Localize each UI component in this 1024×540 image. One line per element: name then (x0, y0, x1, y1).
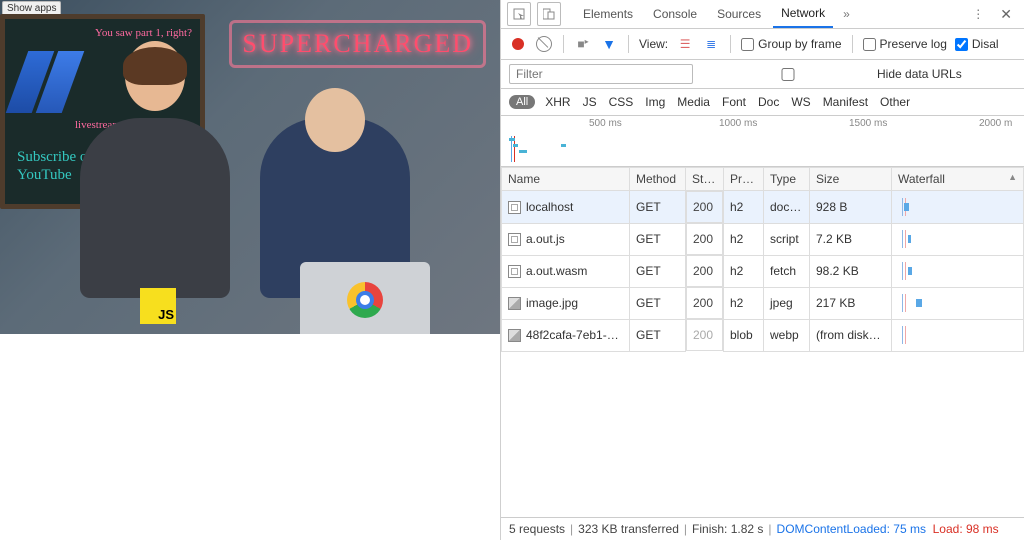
inspect-icon[interactable] (507, 2, 531, 26)
clear-icon[interactable] (535, 36, 553, 52)
document-icon (508, 233, 521, 246)
network-toolbar: ■▸ ▼ View: ☰ ≣ Group by frame Preserve l… (501, 29, 1024, 60)
logo-icon (13, 51, 75, 113)
type-all[interactable]: All (509, 95, 535, 109)
status-domcontentloaded: DOMContentLoaded: 75 ms (777, 522, 926, 536)
tab-network[interactable]: Network (773, 0, 833, 28)
devtools-tabbar: Elements Console Sources Network » ⋮ ✕ (501, 0, 1024, 29)
chrome-icon (347, 282, 383, 318)
laptop (300, 262, 430, 334)
tabs-overflow-icon[interactable]: » (837, 7, 856, 21)
hide-data-urls-checkbox[interactable]: Hide data URLs (703, 67, 962, 81)
view-label: View: (639, 37, 668, 51)
camera-icon[interactable]: ■▸ (574, 37, 592, 51)
type-filter-bar: All XHR JS CSS Img Media Font Doc WS Manifest Oth… (501, 89, 1024, 116)
document-icon (508, 201, 521, 214)
col-method: Method (630, 168, 686, 191)
col-protocol: Pro… (724, 168, 764, 191)
js-sticker: JS (140, 288, 176, 324)
filter-bar: Hide data URLs (501, 60, 1024, 89)
devtools-panel: Elements Console Sources Network » ⋮ ✕ ■… (500, 0, 1024, 540)
col-type: Type (764, 168, 810, 191)
group-by-frame-checkbox[interactable]: Group by frame (741, 37, 841, 51)
timeline-tick: 500 ms (589, 118, 622, 129)
status-transferred: 323 KB transferred (578, 522, 679, 536)
col-status: Sta… (686, 168, 724, 191)
table-row[interactable]: a.out.wasmGET200h2fetch98.2 KB (502, 255, 1024, 287)
type-js[interactable]: JS (583, 95, 597, 109)
type-media[interactable]: Media (677, 95, 710, 109)
disable-cache-checkbox[interactable]: Disal (955, 37, 999, 51)
record-icon[interactable] (509, 38, 527, 50)
image-icon (508, 297, 521, 310)
image-icon (508, 329, 521, 342)
table-row[interactable]: image.jpgGET200h2jpeg217 KB (502, 287, 1024, 319)
type-img[interactable]: Img (645, 95, 665, 109)
type-css[interactable]: CSS (609, 95, 634, 109)
status-finish: Finish: 1.82 s (692, 522, 763, 536)
timeline-overview[interactable]: 500 ms 1000 ms 1500 ms 2000 m (501, 116, 1024, 167)
network-table: Name Method Sta… Pro… Type Size Waterfal… (501, 167, 1024, 352)
tab-sources[interactable]: Sources (709, 1, 769, 27)
type-manifest[interactable]: Manifest (823, 95, 868, 109)
menu-icon[interactable]: ⋮ (966, 7, 990, 21)
filter-input[interactable] (509, 64, 693, 84)
content-screenshot: Show apps SUPERCHARGED You saw part 1, r… (0, 0, 500, 334)
type-xhr[interactable]: XHR (545, 95, 570, 109)
table-row[interactable]: localhostGET200h2doc…928 B (502, 191, 1024, 224)
preserve-log-checkbox[interactable]: Preserve log (863, 37, 947, 51)
col-size: Size (810, 168, 892, 191)
table-header[interactable]: Name Method Sta… Pro… Type Size Waterfal… (502, 168, 1024, 191)
device-toggle-icon[interactable] (537, 2, 561, 26)
person (80, 118, 230, 298)
close-icon[interactable]: ✕ (994, 6, 1018, 23)
document-icon (508, 265, 521, 278)
col-name: Name (502, 168, 630, 191)
type-doc[interactable]: Doc (758, 95, 779, 109)
status-requests: 5 requests (509, 522, 565, 536)
table-row[interactable]: 48f2cafa-7eb1-…GET200blobwebp(from disk… (502, 319, 1024, 351)
col-waterfall: Waterfall (892, 168, 1024, 191)
tab-console[interactable]: Console (645, 1, 705, 27)
type-font[interactable]: Font (722, 95, 746, 109)
timeline-tick: 1000 ms (719, 118, 757, 129)
status-bar: 5 requests| 323 KB transferred| Finish: … (501, 517, 1024, 540)
type-other[interactable]: Other (880, 95, 910, 109)
tab-elements[interactable]: Elements (575, 1, 641, 27)
timeline-tick: 2000 m (979, 118, 1012, 129)
table-row[interactable]: a.out.jsGET200h2script7.2 KB (502, 223, 1024, 255)
neon-sign: SUPERCHARGED (229, 20, 486, 68)
waterfall-view-icon[interactable]: ≣ (702, 37, 720, 51)
chalk-text: You saw part 1, right? (95, 27, 192, 39)
large-rows-icon[interactable]: ☰ (676, 37, 694, 51)
type-ws[interactable]: WS (791, 95, 810, 109)
status-load: Load: 98 ms (933, 522, 999, 536)
timeline-tick: 1500 ms (849, 118, 887, 129)
filter-icon[interactable]: ▼ (600, 36, 618, 52)
